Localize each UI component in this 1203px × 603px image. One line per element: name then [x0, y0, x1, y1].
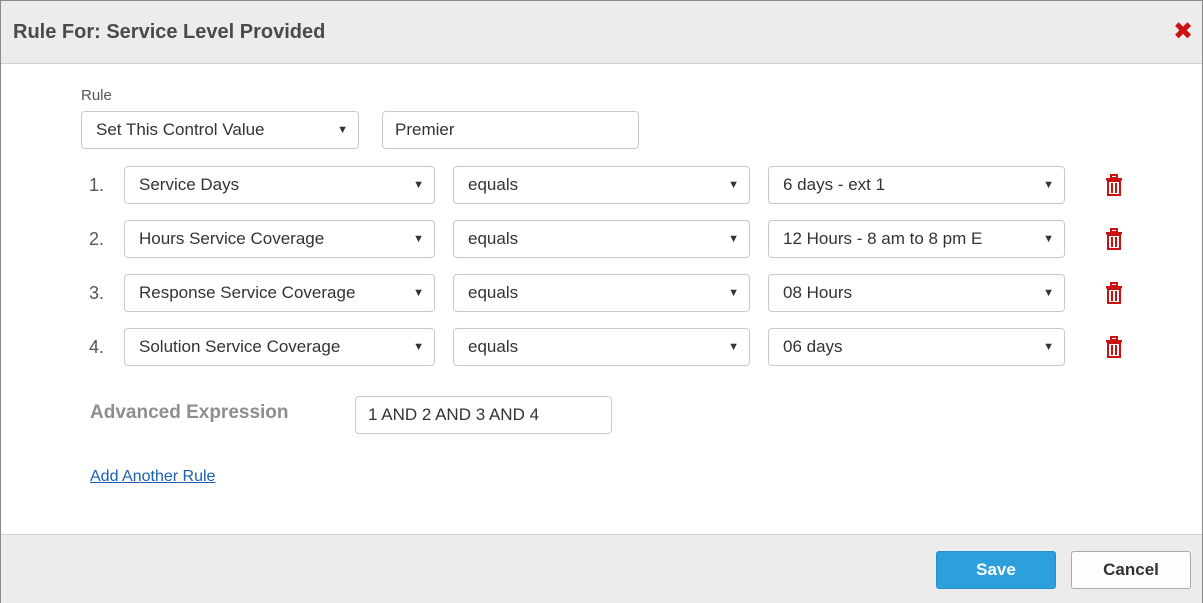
condition-field-select[interactable]: Solution Service Coverage ▼	[124, 328, 435, 366]
save-button[interactable]: Save	[936, 551, 1056, 589]
condition-operator-select[interactable]: equals ▼	[453, 328, 750, 366]
condition-number: 4.	[89, 337, 105, 357]
condition-operator-value: equals	[468, 229, 519, 248]
trash-icon[interactable]	[1105, 282, 1123, 304]
condition-field-select[interactable]: Response Service Coverage ▼	[124, 274, 435, 312]
chevron-down-icon: ▼	[413, 287, 424, 299]
condition-value-select[interactable]: 08 Hours ▼	[768, 274, 1065, 312]
condition-number: 1.	[89, 175, 105, 195]
condition-field-value: Service Days	[139, 175, 240, 194]
chevron-down-icon: ▼	[413, 341, 424, 353]
chevron-down-icon: ▼	[413, 179, 424, 191]
add-another-rule-link[interactable]: Add Another Rule	[90, 468, 215, 486]
dialog-title: Rule For: Service Level Provided	[13, 21, 326, 43]
condition-field-value: Response Service Coverage	[139, 283, 356, 302]
rule-action-value: Set This Control Value	[96, 120, 265, 139]
condition-number: 2.	[89, 229, 105, 249]
condition-value-value: 6 days - ext 1	[783, 175, 886, 194]
condition-value-select[interactable]: 12 Hours - 8 am to 8 pm E ▼	[768, 220, 1065, 258]
condition-value-value: 12 Hours - 8 am to 8 pm E	[783, 229, 983, 248]
condition-value-value: 08 Hours	[783, 283, 852, 302]
chevron-down-icon: ▼	[728, 287, 739, 299]
condition-field-select[interactable]: Hours Service Coverage ▼	[124, 220, 435, 258]
rule-label: Rule	[81, 87, 112, 104]
condition-operator-select[interactable]: equals ▼	[453, 166, 750, 204]
advanced-expression-input[interactable]: 1 AND 2 AND 3 AND 4	[355, 396, 612, 434]
chevron-down-icon: ▼	[728, 179, 739, 191]
close-icon[interactable]: ✖	[1172, 20, 1194, 44]
cancel-button[interactable]: Cancel	[1071, 551, 1191, 589]
chevron-down-icon: ▼	[413, 233, 424, 245]
chevron-down-icon: ▼	[1043, 341, 1054, 353]
chevron-down-icon: ▼	[728, 341, 739, 353]
condition-field-select[interactable]: Service Days ▼	[124, 166, 435, 204]
chevron-down-icon: ▼	[1043, 179, 1054, 191]
chevron-down-icon: ▼	[337, 124, 348, 136]
condition-operator-value: equals	[468, 337, 519, 356]
condition-number: 3.	[89, 283, 105, 303]
trash-icon[interactable]	[1105, 228, 1123, 250]
rule-value-input[interactable]: Premier	[382, 111, 639, 149]
rule-dialog: Rule For: Service Level Provided ✖ Rule …	[0, 0, 1203, 603]
condition-value-select[interactable]: 06 days ▼	[768, 328, 1065, 366]
condition-operator-value: equals	[468, 283, 519, 302]
trash-icon[interactable]	[1105, 174, 1123, 196]
condition-value-select[interactable]: 6 days - ext 1 ▼	[768, 166, 1065, 204]
rule-action-select[interactable]: Set This Control Value ▼	[81, 111, 359, 149]
dialog-header: Rule For: Service Level Provided ✖	[1, 1, 1202, 64]
chevron-down-icon: ▼	[1043, 233, 1054, 245]
chevron-down-icon: ▼	[728, 233, 739, 245]
condition-operator-select[interactable]: equals ▼	[453, 220, 750, 258]
condition-operator-value: equals	[468, 175, 519, 194]
condition-field-value: Hours Service Coverage	[139, 229, 325, 248]
condition-operator-select[interactable]: equals ▼	[453, 274, 750, 312]
advanced-expression-label: Advanced Expression	[90, 402, 289, 423]
condition-value-value: 06 days	[783, 337, 843, 356]
chevron-down-icon: ▼	[1043, 287, 1054, 299]
condition-field-value: Solution Service Coverage	[139, 337, 341, 356]
trash-icon[interactable]	[1105, 336, 1123, 358]
